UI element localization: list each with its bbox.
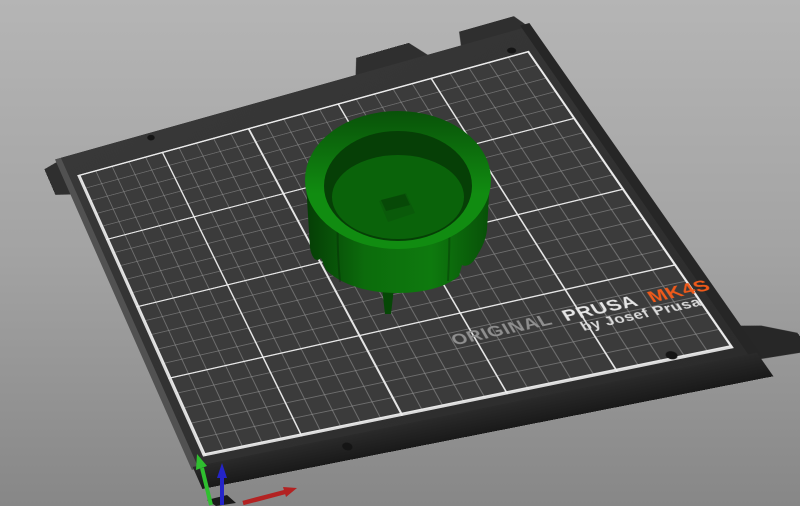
x-axis-arrow-icon (242, 489, 286, 506)
origin-cube (207, 495, 236, 506)
x-axis-arrowhead-icon (283, 487, 297, 497)
viewport-3d[interactable]: ORIGINAL PRUSA MK4S by Josef Prusa (0, 0, 800, 506)
